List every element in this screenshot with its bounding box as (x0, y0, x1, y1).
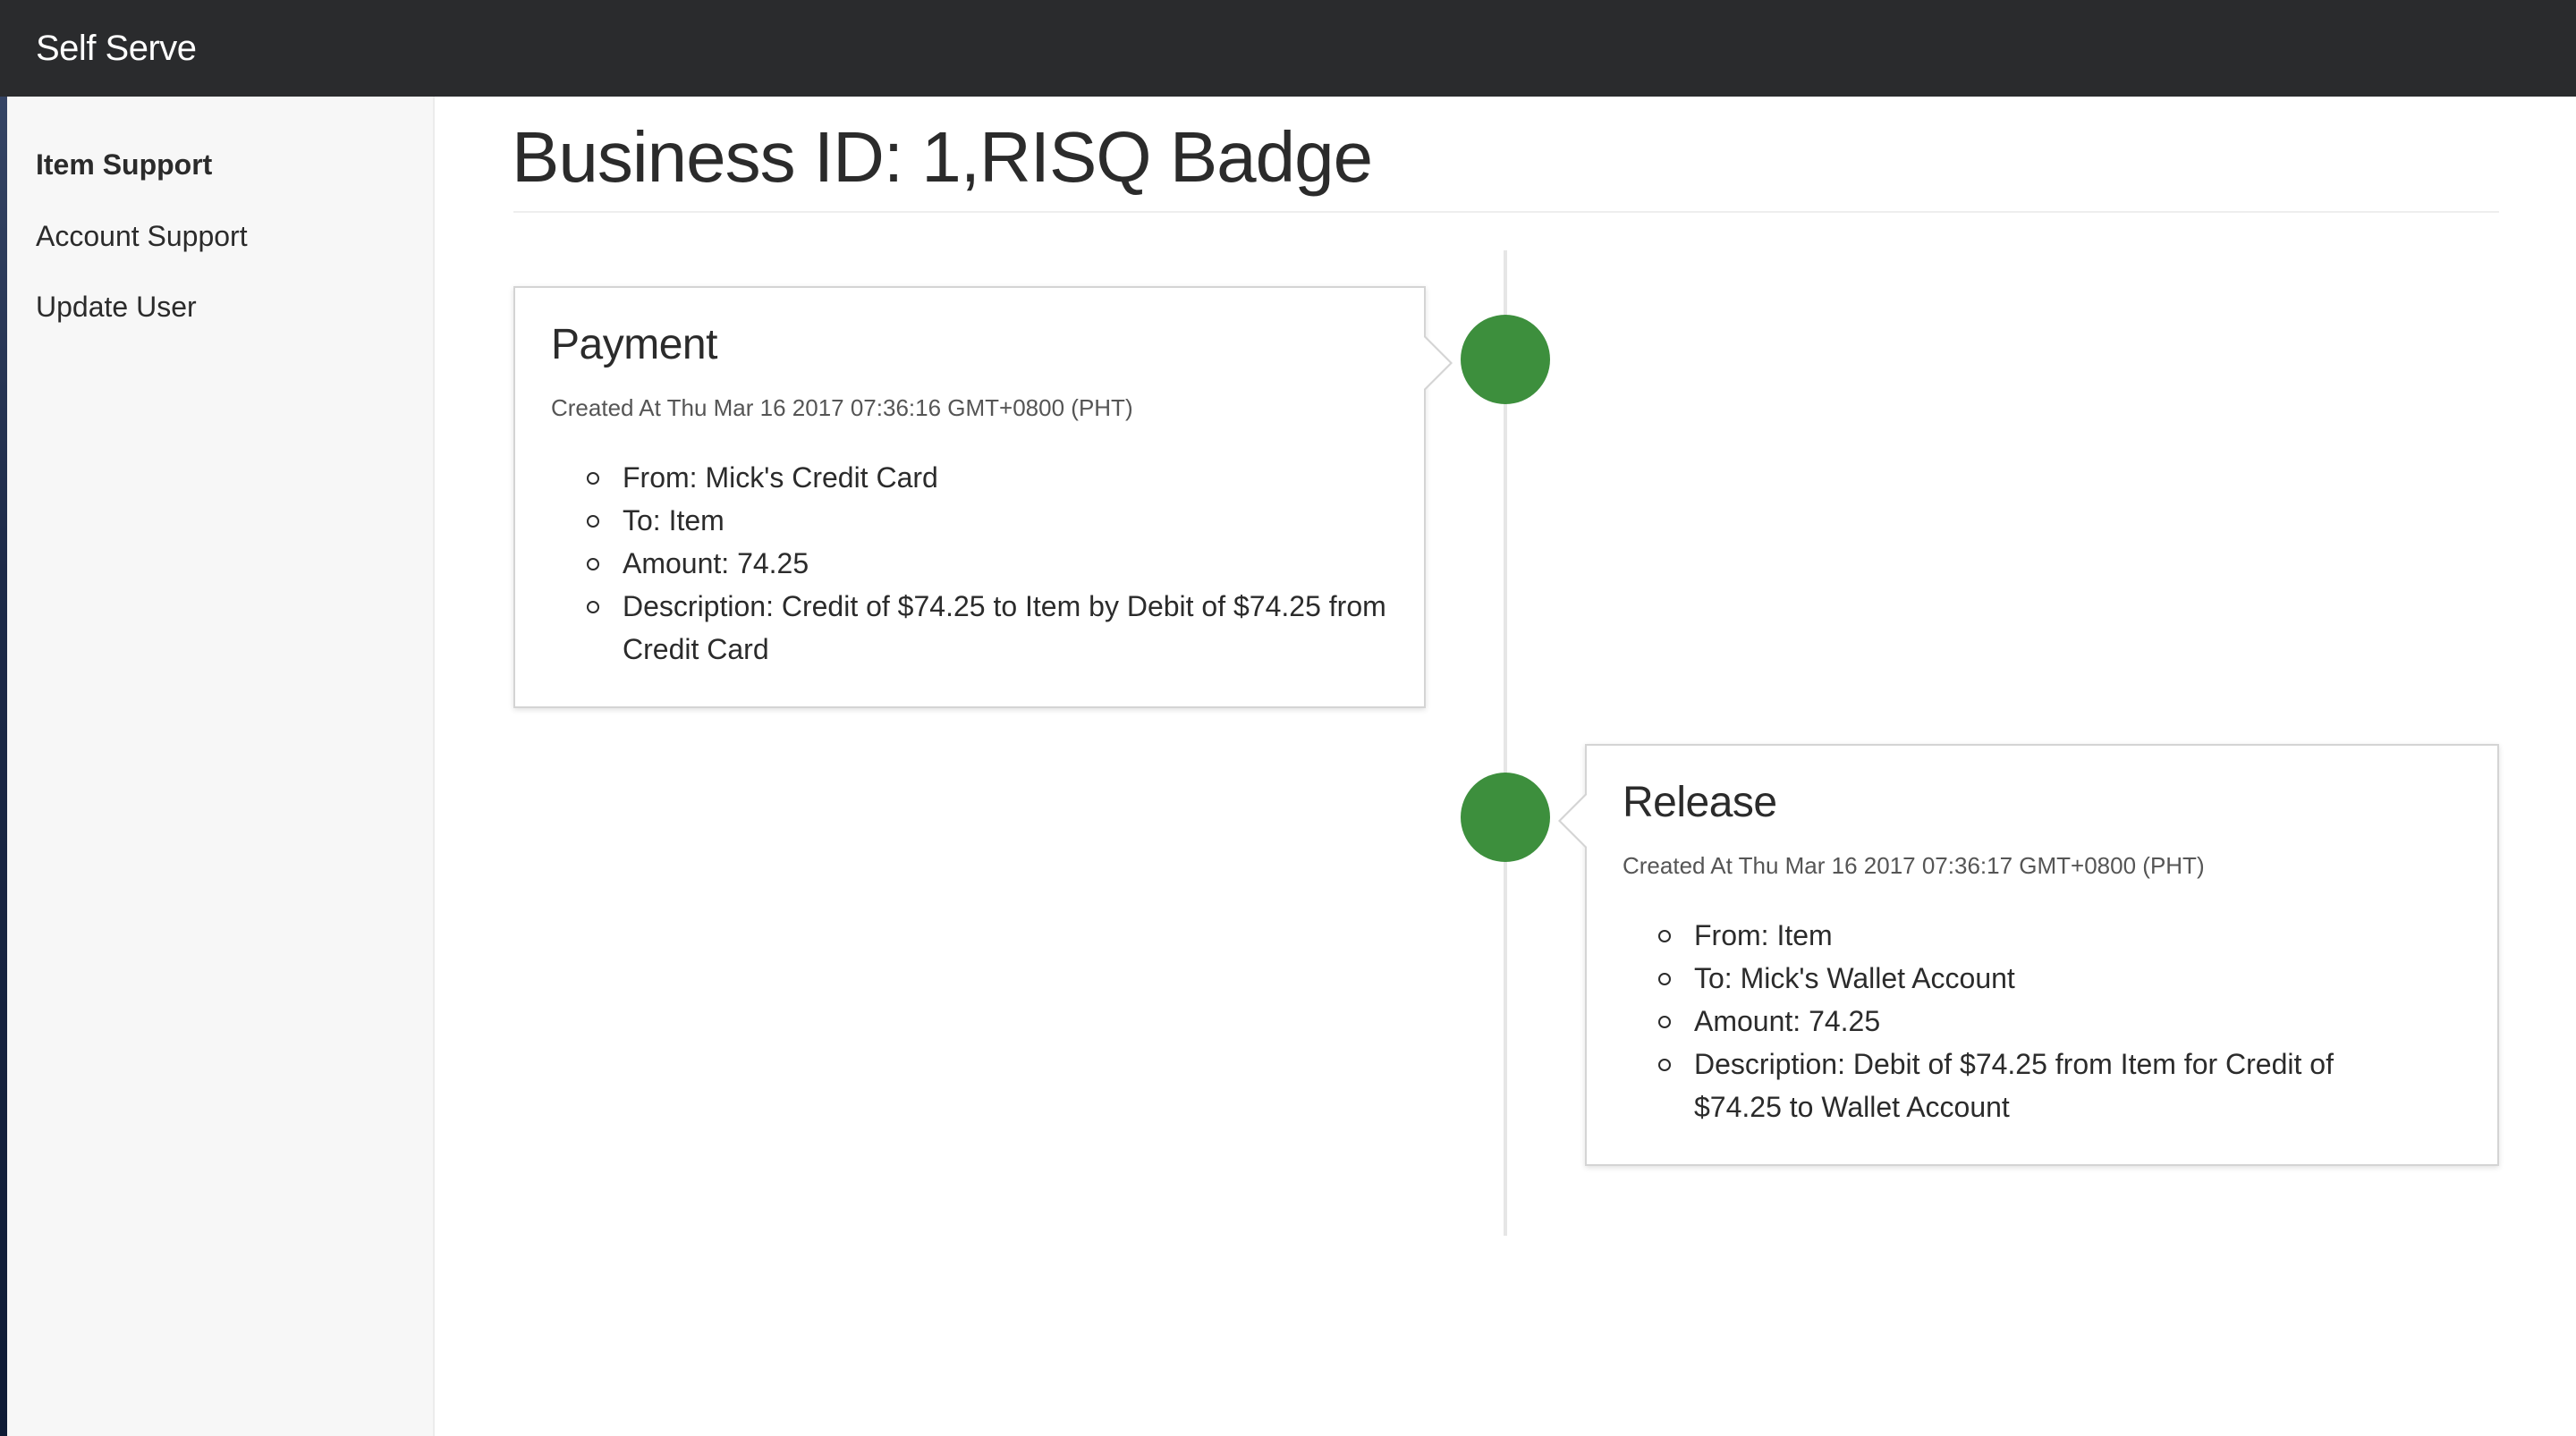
sidebar-item-account-support[interactable]: Account Support (36, 218, 248, 254)
top-navbar: Self Serve (0, 0, 2576, 97)
event-title: Payment (551, 321, 717, 368)
card-pointer (1423, 334, 1453, 392)
event-detail-from: From: Mick's Credit Card (587, 456, 1392, 499)
event-details-list: From: Item To: Mick's Wallet Account Amo… (1658, 914, 2428, 1128)
event-created-at: Created At Thu Mar 16 2017 07:36:16 GMT+… (551, 394, 1133, 421)
event-detail-amount: Amount: 74.25 (1658, 1000, 2428, 1043)
sidebar: Item Support Account Support Update User (7, 97, 435, 1436)
card-pointer (1558, 792, 1588, 849)
event-created-at: Created At Thu Mar 16 2017 07:36:17 GMT+… (1623, 852, 2205, 879)
event-detail-description: Description: Credit of $74.25 to Item by… (587, 585, 1392, 671)
event-details-list: From: Mick's Credit Card To: Item Amount… (587, 456, 1392, 671)
event-detail-amount: Amount: 74.25 (587, 542, 1392, 585)
event-detail-to: To: Item (587, 499, 1392, 542)
sidebar-item-update-user[interactable]: Update User (36, 289, 197, 325)
desktop-edge (0, 0, 7, 1436)
timeline-marker-payment (1461, 315, 1550, 404)
event-title: Release (1623, 779, 1777, 826)
timeline-card-payment: Payment Created At Thu Mar 16 2017 07:36… (513, 286, 1453, 708)
event-detail-from: From: Item (1658, 914, 2428, 957)
app-window: Self Serve Item Support Account Support … (0, 0, 2576, 1436)
title-divider (513, 211, 2499, 213)
timeline-marker-release (1461, 773, 1550, 862)
event-detail-to: To: Mick's Wallet Account (1658, 957, 2428, 1000)
sidebar-item-item-support[interactable]: Item Support (36, 147, 212, 182)
brand-link[interactable]: Self Serve (36, 27, 197, 70)
page-title: Business ID: 1,RISQ Badge (512, 117, 1373, 197)
event-detail-description: Description: Debit of $74.25 from Item f… (1658, 1043, 2428, 1128)
timeline-card-release: Release Created At Thu Mar 16 2017 07:36… (1558, 744, 2499, 1166)
